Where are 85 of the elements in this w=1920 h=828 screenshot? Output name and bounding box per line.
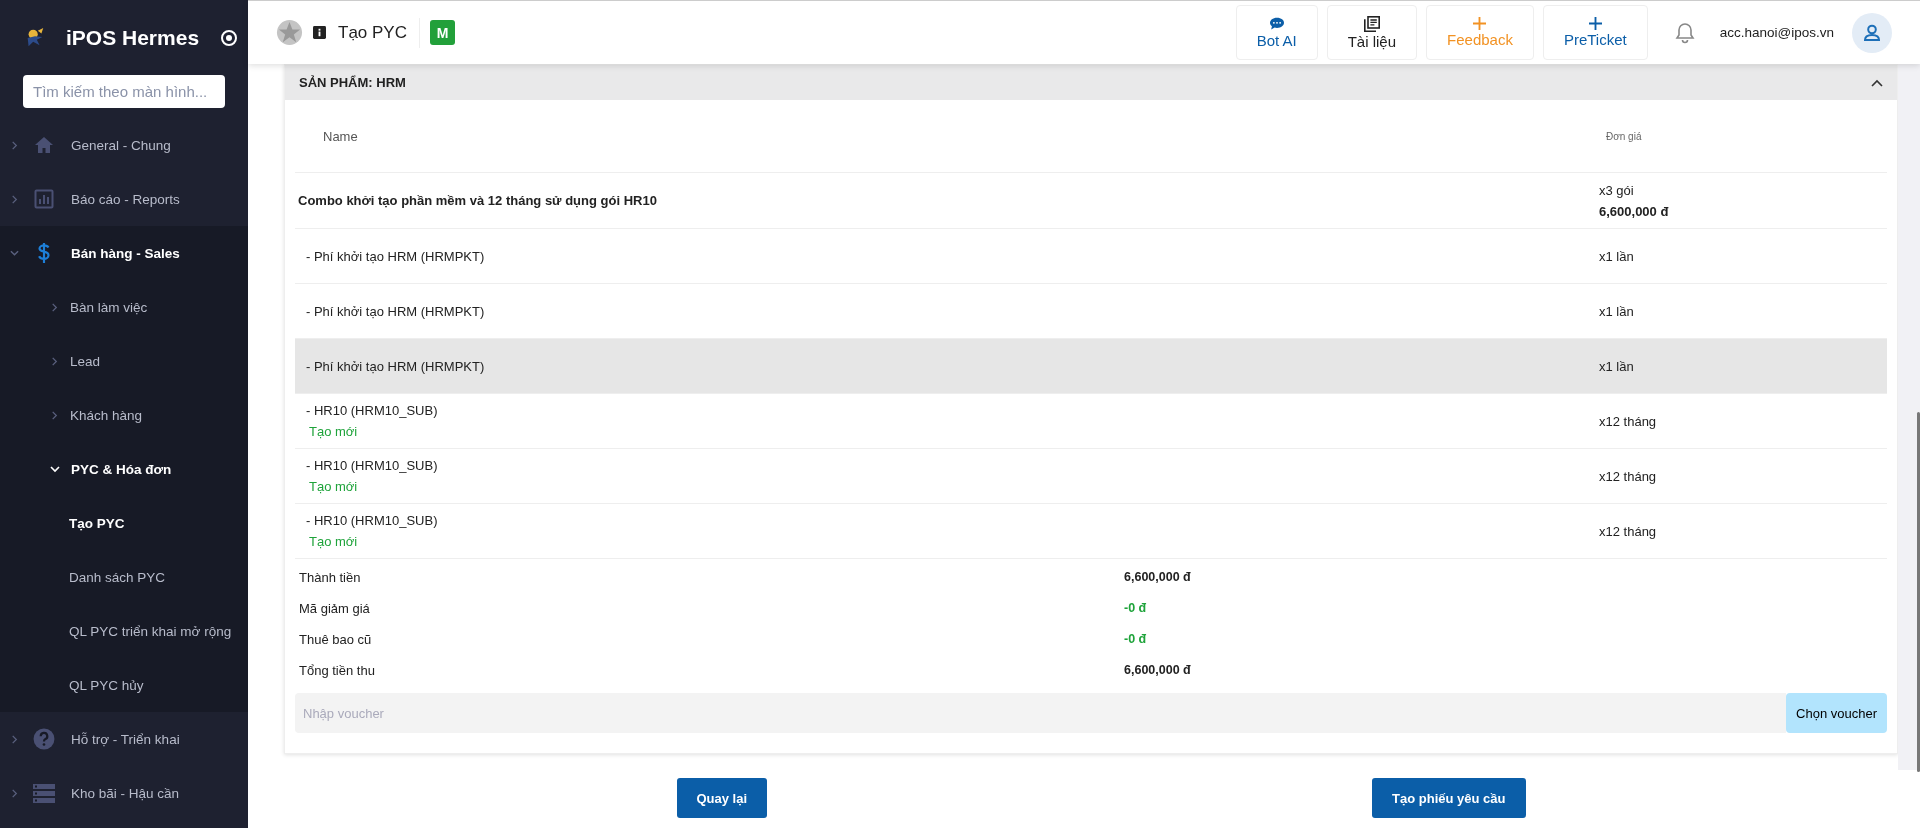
product-name: - Phí khởi tạo HRM (HRMPKT): [305, 303, 486, 319]
total-value: -0 đ: [1124, 631, 1148, 648]
sidebar-item[interactable]: General - Chung: [0, 118, 248, 172]
quantity: x3 gói: [1599, 182, 1635, 198]
status-label: Tạo mới: [308, 424, 359, 439]
sidebar-item[interactable]: QL PYC hủy: [0, 658, 248, 712]
quantity: x1 lần: [1599, 303, 1635, 319]
info-icon: [313, 26, 326, 39]
books-icon: [1363, 15, 1380, 32]
plus-icon: [1473, 17, 1487, 30]
table-row[interactable]: Combo khởi tạo phần mềm và 12 tháng sử dụng gói HR10 x3 gói 6,600,000 đ: [295, 173, 1887, 229]
column-header: Name: [322, 128, 359, 144]
sidebar-item[interactable]: Bán hàng - Sales: [0, 226, 248, 280]
chevron-right-icon: [10, 788, 19, 798]
dollar-icon: [35, 242, 53, 264]
product-name: Combo khởi tạo phần mềm và 12 tháng sử dụng gói HR10: [298, 193, 658, 208]
chat-icon: [1268, 16, 1285, 31]
total-label: Thuê bao cũ: [299, 631, 373, 649]
star-icon: [276, 19, 303, 46]
sidebar-item[interactable]: Tạo PYC: [0, 496, 248, 550]
toolbar-button[interactable]: Bot AI: [1235, 5, 1318, 60]
chevron-up-icon[interactable]: [1871, 78, 1883, 87]
sidebar-item[interactable]: Bàn làm việc: [0, 280, 248, 334]
app-title: iPOS Hermes: [66, 25, 200, 50]
chevron-down-icon: [50, 464, 60, 474]
voucher-field[interactable]: Nhập voucher: [295, 693, 1787, 733]
mode-badge: M: [430, 20, 455, 45]
quantity: x1 lần: [1599, 358, 1635, 374]
bar-chart-icon: [34, 189, 54, 209]
radio-icon[interactable]: [221, 29, 238, 46]
page-title: Tạo PYC: [338, 17, 420, 48]
table-row[interactable]: - HR10 (HRM10_SUB) Tạo mới x12 tháng: [295, 449, 1887, 504]
sidebar-item[interactable]: Lead: [0, 334, 248, 388]
total-label: Mã giảm giá: [299, 600, 371, 618]
sidebar-item[interactable]: Báo cáo - Reports: [0, 172, 248, 226]
quantity: x12 tháng: [1599, 523, 1658, 539]
table-row[interactable]: - Phí khởi tạo HRM (HRMPKT) x1 lần: [295, 229, 1887, 284]
sidebar-item[interactable]: Hỗ trợ - Triển khai: [0, 712, 248, 766]
sidebar-item[interactable]: Kho bãi - Hậu cần: [0, 766, 248, 820]
server-icon: [33, 783, 55, 803]
column-header: Đơn giá: [1605, 130, 1643, 142]
sidebar-item[interactable]: QL PYC triển khai mở rộng: [0, 604, 248, 658]
chevron-right-icon: [50, 302, 59, 312]
card-title: SẢN PHẨM: HRM: [299, 75, 406, 90]
toolbar-button[interactable]: PreTicket: [1542, 5, 1648, 60]
toolbar-button[interactable]: Tài liệu: [1326, 5, 1418, 60]
table-row[interactable]: - HR10 (HRM10_SUB) Tạo mới x12 tháng: [295, 394, 1887, 449]
quantity: x12 tháng: [1599, 413, 1658, 429]
total-value: 6,600,000 đ: [1124, 662, 1192, 679]
bell-icon[interactable]: [1674, 21, 1695, 44]
status-label: Tạo mới: [308, 479, 359, 494]
chevron-right-icon: [10, 194, 19, 204]
chevron-down-icon: [10, 248, 19, 258]
back-button[interactable]: Quay lại: [676, 778, 768, 818]
quantity: x1 lần: [1599, 248, 1635, 264]
chevron-right-icon: [50, 356, 59, 366]
total-value: 6,600,000 đ: [1124, 569, 1192, 586]
plus-icon: [1588, 17, 1602, 30]
chevron-right-icon: [10, 734, 19, 744]
total-label: Tổng tiền thu: [299, 662, 376, 680]
scrollbar-thumb[interactable]: [1917, 412, 1920, 772]
product-name: - HR10 (HRM10_SUB): [305, 513, 439, 528]
sidebar-item[interactable]: Khách hàng: [0, 388, 248, 442]
user-email: acc.hanoi@ipos.vn: [1719, 25, 1834, 40]
sidebar-item[interactable]: Danh sách PYC: [0, 550, 248, 604]
table-row[interactable]: - HR10 (HRM10_SUB) Tạo mới x12 tháng: [295, 504, 1887, 559]
total-label: Thành tiền: [299, 569, 362, 587]
product-name: - Phí khởi tạo HRM (HRMPKT): [305, 358, 486, 374]
avatar-icon[interactable]: [1852, 12, 1892, 53]
home-icon: [34, 135, 54, 155]
chevron-right-icon: [10, 140, 19, 150]
help-icon: [33, 728, 55, 750]
status-label: Tạo mới: [308, 534, 359, 549]
unit-price: 6,600,000 đ: [1599, 203, 1670, 219]
submit-button[interactable]: Tạo phiếu yêu cầu: [1372, 778, 1526, 818]
product-name: - Phí khởi tạo HRM (HRMPKT): [305, 248, 486, 264]
product-name: - HR10 (HRM10_SUB): [305, 403, 439, 418]
total-value: -0 đ: [1124, 600, 1148, 617]
choose-voucher-button[interactable]: Chọn voucher: [1786, 693, 1887, 733]
table-row[interactable]: - Phí khởi tạo HRM (HRMPKT) x1 lần: [295, 339, 1887, 394]
chevron-right-icon: [50, 410, 59, 420]
product-name: - HR10 (HRM10_SUB): [305, 458, 439, 473]
search-field[interactable]: Tìm kiếm theo màn hình...: [23, 75, 225, 108]
quantity: x12 tháng: [1599, 468, 1658, 484]
sidebar-item[interactable]: PYC & Hóa đơn: [0, 442, 248, 496]
